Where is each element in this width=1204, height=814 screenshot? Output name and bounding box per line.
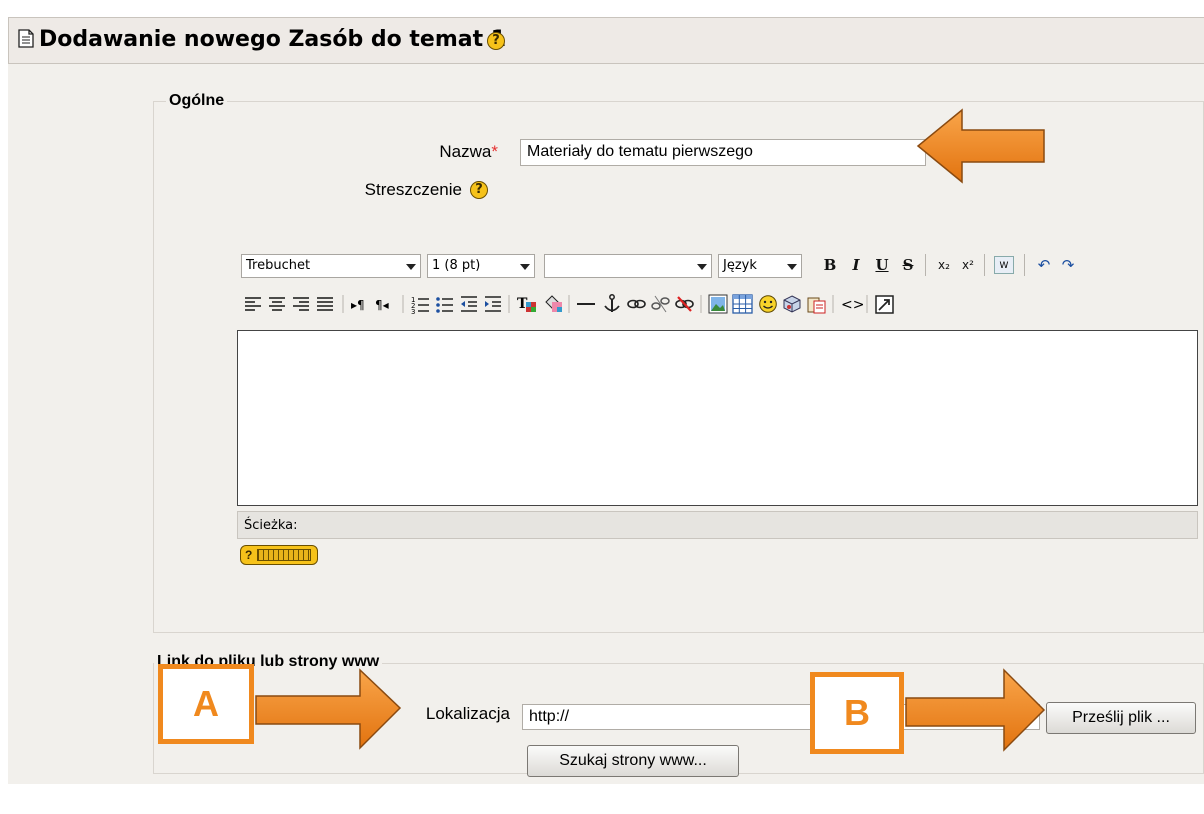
align-right-icon[interactable]: [293, 297, 309, 311]
language-value: Język: [723, 258, 757, 273]
rtl-icon[interactable]: ¶◂: [375, 298, 389, 312]
subscript-button[interactable]: x₂: [934, 254, 954, 276]
font-size-select[interactable]: 1 (8 pt): [427, 254, 535, 278]
strikethrough-button[interactable]: S: [898, 254, 918, 276]
paste-word-button[interactable]: W: [994, 256, 1014, 274]
table-icon[interactable]: [732, 294, 753, 314]
page-header: Dodawanie nowego Zasób do temat 1 ?: [8, 17, 1204, 64]
formatting-toolbar-row: ▸¶ ¶◂ 123 T <>: [245, 294, 894, 315]
document-icon: [18, 29, 34, 48]
upload-file-button[interactable]: Prześlij plik ...: [1046, 702, 1196, 734]
fullscreen-icon[interactable]: [875, 295, 894, 314]
summary-help-icon[interactable]: ?: [470, 181, 488, 199]
keyboard-help-glyph: ?: [245, 548, 253, 562]
name-label-text: Nazwa: [439, 142, 492, 161]
format-select[interactable]: [544, 254, 712, 278]
annotation-a: A: [158, 664, 254, 744]
redo-button[interactable]: ↷: [1058, 254, 1078, 276]
undo-button[interactable]: ↶: [1034, 254, 1054, 276]
chevron-down-icon: [406, 264, 416, 270]
unlink-icon[interactable]: [651, 295, 670, 313]
editor-toolbar: Trebuchet 1 (8 pt) Język B I U S x₂ x² W…: [237, 244, 1203, 330]
chevron-down-icon: [520, 264, 530, 270]
annotation-b: B: [810, 672, 904, 754]
editor-path-label: Ścieżka:: [244, 518, 298, 533]
text-color-icon[interactable]: T: [517, 296, 536, 312]
superscript-button[interactable]: x²: [958, 254, 978, 276]
italic-button[interactable]: I: [846, 254, 866, 276]
smiley-icon[interactable]: [759, 295, 777, 313]
search-website-button[interactable]: Szukaj strony www...: [527, 745, 739, 777]
page-title: Dodawanie nowego Zasób do temat 1: [39, 27, 506, 52]
svg-text:3: 3: [411, 308, 415, 315]
image-icon[interactable]: [708, 294, 728, 314]
page-title-text: Dodawanie nowego Zasób do temat 1: [39, 27, 507, 52]
language-select[interactable]: Język: [718, 254, 802, 278]
summary-editor-area[interactable]: [237, 330, 1198, 506]
font-size-value: 1 (8 pt): [432, 258, 481, 273]
name-label: Nazwa*: [380, 142, 498, 162]
justify-icon[interactable]: [317, 297, 333, 311]
keyboard-help-icon[interactable]: ?: [240, 545, 318, 565]
underline-button[interactable]: U: [872, 254, 892, 276]
ltr-icon[interactable]: ▸¶: [351, 298, 365, 312]
annotation-arrow-a: [255, 668, 402, 750]
html-source-icon[interactable]: <>: [841, 297, 864, 313]
anchor-icon[interactable]: [604, 294, 620, 312]
chevron-down-icon: [787, 264, 797, 270]
font-family-value: Trebuchet: [246, 258, 311, 273]
link-icon[interactable]: [627, 299, 646, 309]
name-input[interactable]: Materiały do tematu pierwszego: [520, 139, 926, 166]
toolbar-separator: [925, 254, 926, 276]
indent-icon[interactable]: [485, 296, 501, 312]
font-family-select[interactable]: Trebuchet: [241, 254, 421, 278]
outdent-icon[interactable]: [461, 296, 477, 312]
toolbar-separator: [984, 254, 985, 276]
align-center-icon[interactable]: [269, 297, 285, 311]
general-legend: Ogólne: [166, 92, 228, 110]
chevron-down-icon: [697, 264, 707, 270]
toolbar-separator: [1024, 254, 1025, 276]
bullet-list-icon[interactable]: [436, 297, 453, 313]
paste-icon[interactable]: [807, 297, 826, 314]
help-icon[interactable]: ?: [487, 32, 505, 50]
no-link-icon[interactable]: [675, 296, 694, 312]
align-left-icon[interactable]: [245, 297, 261, 311]
bold-button[interactable]: B: [820, 254, 840, 276]
required-marker: *: [491, 142, 498, 161]
summary-label: Streszczenie: [364, 180, 462, 199]
annotation-arrow-name: [916, 108, 1045, 184]
background-color-icon[interactable]: [545, 295, 562, 312]
numbered-list-icon[interactable]: 123: [411, 296, 429, 315]
editor-path-bar: Ścieżka:: [237, 511, 1198, 539]
keyboard-icon: [257, 549, 311, 561]
annotation-arrow-b: [905, 668, 1046, 752]
special-char-icon[interactable]: [783, 295, 801, 313]
